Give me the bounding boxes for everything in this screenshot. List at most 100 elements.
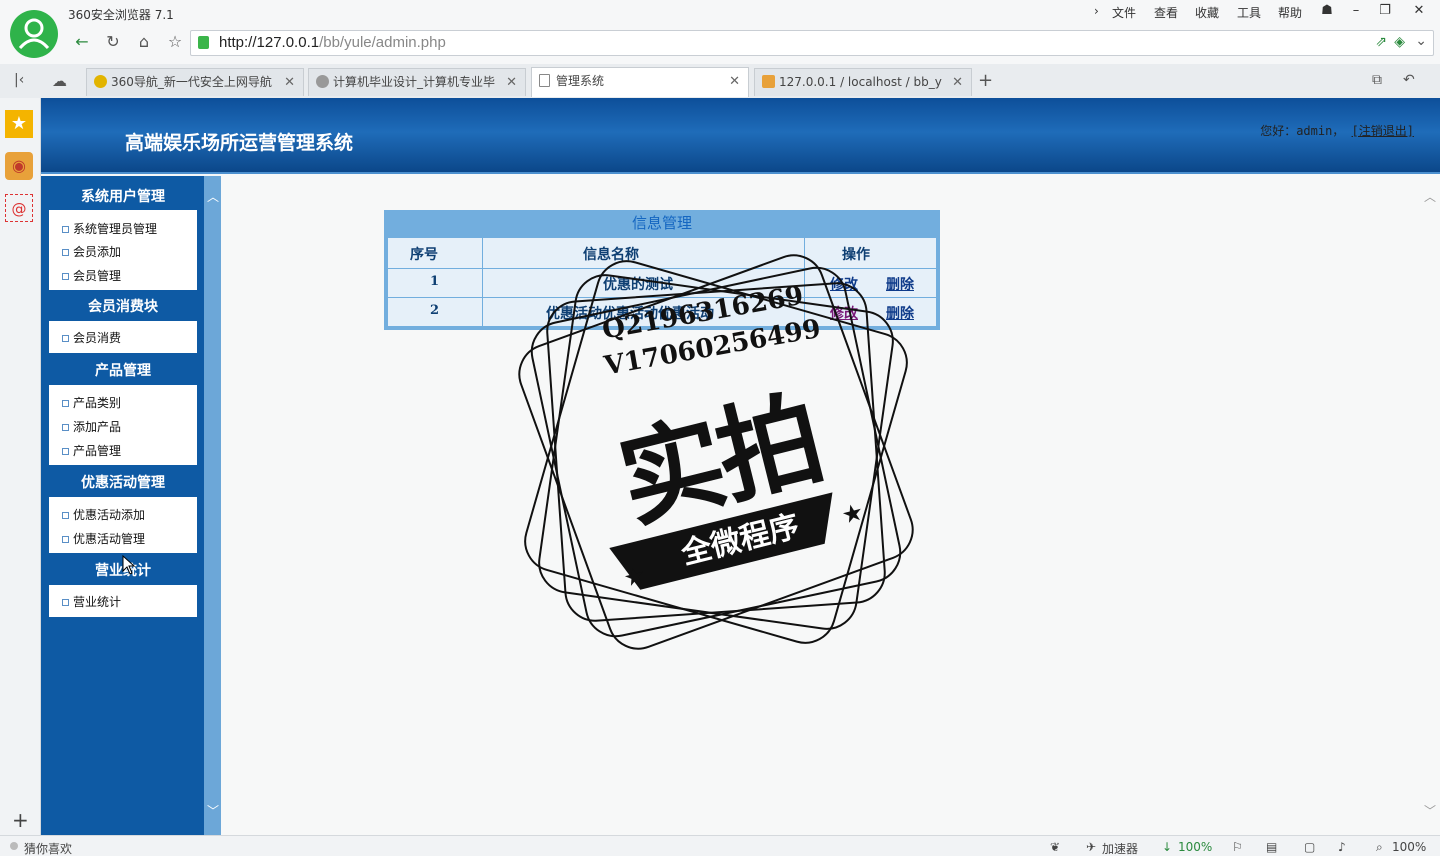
page-body [41, 98, 1440, 835]
bullet-icon [62, 512, 69, 519]
menu-chevron-icon[interactable]: › [1094, 4, 1099, 18]
scroll-down-icon[interactable]: ﹀ [207, 802, 219, 819]
status-zoom[interactable]: 100% [1392, 840, 1426, 854]
bullet-icon [62, 448, 69, 455]
sidebar-item-member-add[interactable]: 会员添加 [73, 243, 121, 260]
url-host: http://127.0.0.1 [219, 34, 320, 51]
screen-icon[interactable]: ▢ [1304, 840, 1315, 854]
row2-edit-link[interactable]: 修改 [830, 303, 858, 323]
row-divider [388, 268, 936, 269]
sound-icon[interactable]: ♪ [1338, 840, 1346, 854]
table-title: 信息管理 [631, 214, 692, 232]
tab-label: 计算机毕业设计_计算机专业毕 [333, 75, 496, 89]
sidebar-item-member-consumption[interactable]: 会员消费 [73, 329, 121, 346]
leaf-icon[interactable]: ❦ [1050, 840, 1060, 854]
zoom-magnifier-icon[interactable]: ⌕ [1376, 840, 1383, 855]
site-favicon-icon [94, 75, 107, 88]
sidebar-scrollbar[interactable]: ︿ ﹀ [204, 176, 221, 835]
menu-favorites[interactable]: 收藏 [1195, 4, 1219, 21]
add-sidebar-icon[interactable]: + [12, 808, 29, 832]
scroll-up-icon[interactable]: ︿ [1424, 188, 1436, 205]
user-avatar-icon[interactable] [10, 10, 58, 58]
minimize-button[interactable]: – [1342, 0, 1370, 22]
tab-close-icon[interactable]: ✕ [729, 68, 740, 95]
row2-delete-link[interactable]: 删除 [886, 303, 914, 323]
tab-360-nav[interactable]: 360导航_新一代安全上网导航 ✕ [86, 68, 304, 96]
tab-label: 管理系统 [556, 74, 605, 88]
address-bar[interactable]: http://127.0.0.1/bb/yule/admin.php ⇗ ◈ ⌄ [190, 30, 1434, 56]
row2-name: 优惠活动优惠活动优惠活动 [546, 306, 714, 322]
sidebar-toggle-icon[interactable]: |‹ [14, 72, 24, 88]
sidebar-item-member-management[interactable]: 会员管理 [73, 267, 121, 284]
back-icon[interactable]: ← [71, 32, 93, 52]
maximize-button[interactable]: ❐ [1371, 0, 1399, 22]
table-body: 序号 信息名称 操作 1 优惠的测试 修改 删除 2 优惠活动优惠活动优惠活动 … [388, 238, 936, 326]
security-shield-icon [198, 36, 209, 49]
menu-help[interactable]: 帮助 [1278, 4, 1302, 21]
sidebar-item-product-add[interactable]: 添加产品 [73, 418, 121, 435]
menu-view[interactable]: 查看 [1154, 4, 1178, 21]
share-icon[interactable]: ⇗ [1375, 34, 1387, 50]
download-arrow-icon[interactable]: ↓ [1162, 840, 1172, 854]
tab-list-icon[interactable]: ⧉ [1372, 72, 1382, 88]
status-guess-you-like[interactable]: 猜你喜欢 [24, 840, 72, 857]
header-actions: 操作 [842, 247, 870, 263]
new-tab-icon[interactable]: + [978, 70, 993, 91]
sidebar-item-product-management[interactable]: 产品管理 [73, 442, 121, 459]
page-favicon-icon [539, 74, 550, 87]
skin-icon[interactable]: ☗ [1313, 0, 1341, 22]
refresh-icon[interactable]: ↻ [102, 32, 124, 52]
logout-link[interactable]: [注销退出] [1352, 124, 1414, 138]
header-name: 信息名称 [583, 247, 639, 263]
scroll-down-icon[interactable]: ﹀ [1424, 802, 1436, 819]
row1-delete-link[interactable]: 删除 [886, 274, 914, 294]
row1-edit-link[interactable]: 修改 [830, 274, 858, 294]
bookmark-star-icon[interactable]: ☆ [164, 32, 186, 52]
status-accelerator[interactable]: 加速器 [1102, 840, 1138, 857]
favorites-star-icon[interactable]: ★ [5, 110, 33, 138]
mail-icon[interactable]: @ [5, 194, 33, 222]
sidebar-item-promotion-management[interactable]: 优惠活动管理 [73, 530, 145, 547]
tab-phpmyadmin[interactable]: 127.0.0.1 / localhost / bb_y ✕ [754, 68, 972, 96]
site-favicon-icon [316, 75, 329, 88]
sidebar-item-product-category[interactable]: 产品类别 [73, 394, 121, 411]
clipboard-icon[interactable]: ▤ [1266, 840, 1277, 854]
col-divider [804, 238, 805, 326]
sidebar-section-user-management[interactable]: 系统用户管理 [49, 186, 197, 208]
sidebar-item-business-stats[interactable]: 营业统计 [73, 593, 121, 610]
tab-close-icon[interactable]: ✕ [284, 69, 295, 96]
tab-admin-system[interactable]: 管理系统 ✕ [531, 67, 749, 97]
accelerator-rocket-icon[interactable]: ✈ [1086, 840, 1096, 854]
greeting-text: 您好：admin， [1260, 124, 1345, 138]
sidebar-section-promotion-management[interactable]: 优惠活动管理 [49, 472, 197, 494]
sidebar-item-admin-management[interactable]: 系统管理员管理 [73, 220, 157, 237]
info-management-table: 信息管理 序号 信息名称 操作 1 优惠的测试 修改 删除 2 优惠活动优惠活动… [384, 210, 940, 330]
menu-file[interactable]: 文件 [1112, 4, 1136, 21]
tab-close-icon[interactable]: ✕ [952, 69, 963, 96]
mouse-cursor-icon [122, 555, 136, 575]
site-header: 高端娱乐场所运营管理系统 您好：admin， [注销退出] [41, 98, 1440, 174]
menu-tools[interactable]: 工具 [1237, 4, 1261, 21]
undo-close-icon[interactable]: ↶ [1403, 72, 1415, 88]
scroll-up-icon[interactable]: ︿ [207, 188, 219, 205]
content-scrollbar[interactable]: ︿ ﹀ [1420, 176, 1440, 835]
col-divider [482, 238, 483, 326]
dropdown-chevron-icon[interactable]: ⌄ [1415, 33, 1427, 49]
sidebar-item-promotion-add[interactable]: 优惠活动添加 [73, 506, 145, 523]
tab-label: 360导航_新一代安全上网导航 [111, 75, 272, 89]
compat-mode-icon[interactable]: ◈ [1394, 34, 1405, 50]
close-window-button[interactable]: ✕ [1405, 0, 1433, 22]
sidebar-section-box: 营业统计 [49, 585, 197, 617]
status-download-percent[interactable]: 100% [1178, 840, 1212, 854]
tab-bishe[interactable]: 计算机毕业设计_计算机专业毕 ✕ [308, 68, 526, 96]
weibo-icon[interactable]: ◉ [5, 152, 33, 180]
sidebar-section-product-management[interactable]: 产品管理 [49, 360, 197, 382]
bullet-icon [62, 536, 69, 543]
sidebar-section-member-consumption[interactable]: 会员消费块 [49, 296, 197, 318]
address-url[interactable]: http://127.0.0.1/bb/yule/admin.php [219, 34, 446, 51]
home-icon[interactable]: ⌂ [133, 32, 155, 52]
flag-icon[interactable]: ⚐ [1232, 840, 1243, 854]
bullet-icon [62, 400, 69, 407]
cloud-icon[interactable]: ☁ [52, 72, 67, 90]
tab-close-icon[interactable]: ✕ [506, 69, 517, 96]
